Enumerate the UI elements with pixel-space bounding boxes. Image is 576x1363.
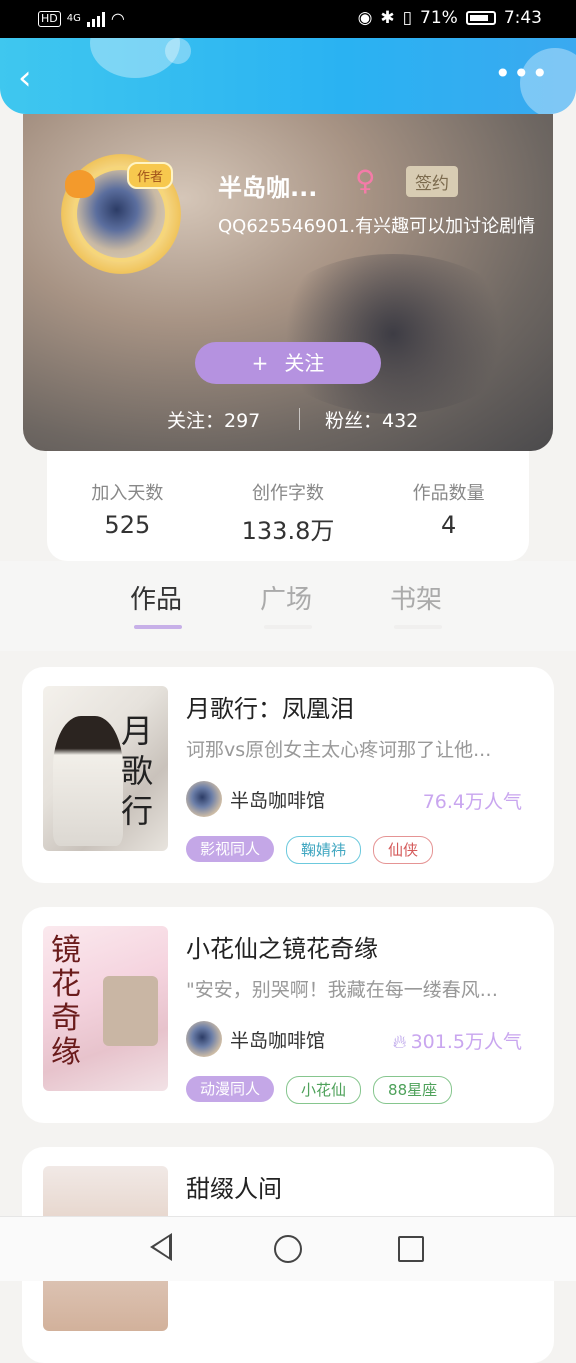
eye-icon: ◉ bbox=[357, 8, 373, 28]
tab-label: 广场 bbox=[260, 585, 313, 615]
wifi-icon: ◠ bbox=[110, 9, 125, 28]
top-nav-bar: ‹ ••• bbox=[0, 38, 576, 114]
tab-indicator bbox=[134, 625, 182, 629]
book-description: "安安，别哭啊！我藏在每一缕春风... bbox=[186, 979, 498, 1001]
avatar-frame[interactable]: 作者 bbox=[61, 154, 181, 274]
nav-recents-icon[interactable] bbox=[398, 1236, 424, 1262]
orange-decor-icon bbox=[65, 170, 95, 198]
author-tag: 作者 bbox=[127, 162, 174, 189]
book-title: 甜缀人间 bbox=[186, 1175, 282, 1203]
stat-works-count: 作品数量 4 bbox=[368, 451, 529, 561]
author-avatar bbox=[186, 1021, 222, 1057]
tab-label: 作品 bbox=[130, 585, 183, 615]
hd-icon: HD bbox=[38, 10, 61, 27]
bluetooth-icon: ✱ bbox=[380, 8, 395, 28]
bio-text: QQ625546901.有兴趣可以加讨论剧情 bbox=[218, 216, 536, 237]
more-options-button[interactable]: ••• bbox=[494, 60, 550, 88]
nav-back-icon[interactable] bbox=[150, 1233, 172, 1261]
stat-join-days: 加入天数 525 bbox=[47, 451, 208, 561]
network-type: 4G bbox=[66, 13, 81, 24]
stat-value: 133.8万 bbox=[241, 517, 335, 545]
book-card[interactable]: 月歌行 月歌行：凤凰泪 诃那vs原创女主太心疼诃那了让他... 半岛咖啡馆 76… bbox=[22, 667, 554, 883]
author-stats: 加入天数 525 创作字数 133.8万 作品数量 4 bbox=[47, 451, 529, 561]
clock: 7:43 bbox=[503, 8, 542, 28]
book-card[interactable]: 镜花奇缘 小花仙之镜花奇缘 "安安，别哭啊！我藏在每一缕春风... 半岛咖啡馆 … bbox=[22, 907, 554, 1123]
popularity: 76.4万人气 bbox=[422, 791, 522, 813]
tag[interactable]: 动漫同人 bbox=[186, 1076, 275, 1102]
tab-bar: 作品 广场 书架 bbox=[0, 561, 576, 651]
nav-home-icon[interactable] bbox=[274, 1235, 302, 1263]
tag[interactable]: 影视同人 bbox=[186, 836, 275, 862]
book-title: 月歌行：凤凰泪 bbox=[186, 695, 354, 723]
plus-icon: + bbox=[251, 351, 269, 375]
battery-icon bbox=[465, 11, 496, 25]
stat-label: 作品数量 bbox=[412, 483, 485, 504]
tab-square[interactable]: 广场 bbox=[260, 579, 313, 629]
back-button[interactable]: ‹ bbox=[18, 58, 48, 98]
book-title: 小花仙之镜花奇缘 bbox=[186, 935, 378, 963]
vibrate-icon: ▯ bbox=[402, 8, 413, 28]
signal-icon bbox=[86, 11, 105, 27]
book-cover[interactable]: 镜花奇缘 bbox=[43, 926, 168, 1091]
stat-value: 525 bbox=[104, 511, 151, 539]
stat-word-count: 创作字数 133.8万 bbox=[208, 451, 369, 561]
popularity-value: 301.5万人气 bbox=[410, 1031, 522, 1053]
tag-list: 动漫同人 小花仙 88星座 bbox=[186, 1076, 453, 1104]
tab-works[interactable]: 作品 bbox=[130, 579, 183, 629]
flame-icon: 🔥︎ bbox=[392, 1031, 407, 1053]
profile-header: 作者 半岛咖... ♀ 签约 QQ625546901.有兴趣可以加讨论剧情 + 关… bbox=[23, 114, 553, 451]
status-bar: HD 4G ◠ ◉ ✱ ▯ 71% 7:43 bbox=[0, 0, 576, 38]
author-name: 半岛咖啡馆 bbox=[230, 789, 326, 812]
tab-label: 书架 bbox=[390, 585, 443, 615]
stat-value: 4 bbox=[441, 511, 457, 539]
decor-bubble bbox=[165, 38, 191, 64]
following-count[interactable]: 关注：297 bbox=[167, 406, 260, 433]
stat-label: 创作字数 bbox=[252, 483, 324, 504]
author-avatar bbox=[186, 781, 222, 817]
follow-button[interactable]: + 关注 bbox=[195, 342, 381, 384]
female-icon: ♀ bbox=[355, 164, 376, 197]
nickname: 半岛咖... bbox=[218, 174, 318, 202]
tag[interactable]: 仙侠 bbox=[373, 836, 434, 864]
book-description: 诃那vs原创女主太心疼诃那了让他... bbox=[186, 739, 492, 761]
tag[interactable]: 小花仙 bbox=[286, 1076, 362, 1104]
tag-list: 影视同人 鞠婧祎 仙侠 bbox=[186, 836, 434, 864]
book-author: 半岛咖啡馆 bbox=[186, 781, 325, 817]
signed-badge: 签约 bbox=[406, 166, 458, 197]
tag[interactable]: 88星座 bbox=[373, 1076, 453, 1104]
tag[interactable]: 鞠婧祎 bbox=[286, 836, 362, 864]
follow-label: 关注 bbox=[284, 351, 325, 375]
book-author: 半岛咖啡馆 bbox=[186, 1021, 325, 1057]
chevron-left-icon: ‹ bbox=[18, 58, 32, 98]
cover-title: 镜花奇缘 bbox=[51, 933, 81, 1070]
tab-bookshelf[interactable]: 书架 bbox=[390, 579, 443, 629]
more-dots-icon: ••• bbox=[494, 57, 550, 90]
battery-percent: 71% bbox=[420, 8, 458, 28]
system-nav-bar bbox=[0, 1216, 576, 1281]
divider bbox=[299, 408, 300, 430]
book-cover[interactable]: 月歌行 bbox=[43, 686, 168, 851]
popularity: 🔥︎ 301.5万人气 bbox=[393, 1027, 522, 1054]
author-name: 半岛咖啡馆 bbox=[230, 1029, 326, 1052]
stat-label: 加入天数 bbox=[91, 483, 164, 504]
cover-title: 月歌行 bbox=[121, 712, 154, 830]
fans-count[interactable]: 粉丝：432 bbox=[325, 406, 418, 433]
